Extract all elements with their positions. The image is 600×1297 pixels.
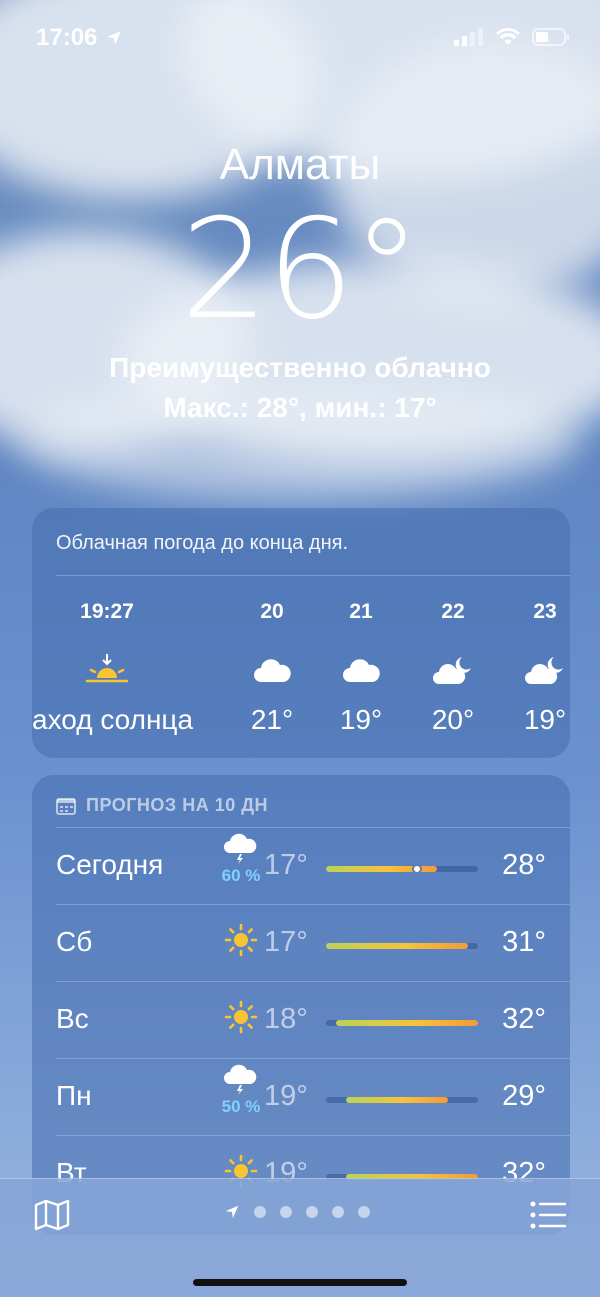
temperature-range-fill	[326, 943, 468, 949]
daily-header: ПРОГНОЗ НА 10 ДН	[56, 795, 268, 816]
sun-icon	[216, 922, 266, 963]
current-temperature-marker	[412, 864, 423, 874]
temperature-range-fill	[336, 1020, 478, 1026]
page-dot[interactable]	[332, 1206, 344, 1218]
home-indicator	[193, 1279, 407, 1286]
hour-temperature: 19°	[523, 704, 567, 735]
low-temperature: 18°	[264, 1003, 308, 1035]
hour-item: 20 21°	[227, 600, 317, 736]
temperature-range-fill	[346, 1097, 448, 1103]
temperature-range-bar	[326, 1097, 478, 1103]
cloud-moon-icon	[433, 657, 471, 684]
status-time: 17:06	[36, 24, 123, 52]
divider	[56, 575, 570, 576]
hour-label: 23	[533, 600, 557, 623]
bottom-toolbar	[0, 1178, 600, 1297]
hour-item: 19:27 аход солнца	[32, 600, 193, 736]
page-dot[interactable]	[358, 1206, 370, 1218]
page-dot[interactable]	[280, 1206, 292, 1218]
hour-label: 21	[349, 600, 373, 623]
hour-temperature: 19°	[339, 704, 383, 735]
temperature-range-bar	[326, 943, 478, 949]
low-temperature: 17°	[264, 849, 308, 881]
page-indicator[interactable]	[224, 1204, 370, 1220]
temperature-range-bar	[326, 864, 478, 874]
daily-row[interactable]: Сегодня 60 % 17° 28°	[56, 827, 546, 904]
hour-label: 19:27	[80, 600, 134, 623]
sunset-icon	[85, 654, 129, 683]
condition-text: Преимущественно облачно	[109, 352, 491, 383]
precipitation-probability: 60 %	[221, 866, 261, 885]
hour-item: 21 19°	[316, 600, 406, 736]
cloud-icon	[254, 659, 291, 682]
day-label: Вс	[56, 1003, 89, 1034]
cloud-moon-icon	[525, 657, 563, 684]
current-temperature: 26°	[180, 189, 422, 350]
calendar-icon	[56, 797, 76, 815]
page-dot[interactable]	[306, 1206, 318, 1218]
low-temperature: 19°	[264, 1080, 308, 1112]
high-temperature: 28°	[502, 849, 546, 881]
hour-label: 22	[441, 600, 465, 623]
high-temperature: 29°	[502, 1080, 546, 1112]
map-icon[interactable]	[34, 1199, 70, 1231]
day-label: Пн	[56, 1080, 92, 1111]
hour-item: 23 19°	[500, 600, 570, 736]
signal-icon	[454, 28, 483, 46]
daily-row[interactable]: Пн 50 % 19° 29°	[56, 1058, 546, 1135]
location-arrow-icon	[107, 31, 122, 45]
page-dot[interactable]	[254, 1206, 266, 1218]
sun-icon	[216, 999, 266, 1040]
daily-row[interactable]: Сб 17° 31°	[56, 904, 546, 981]
high-low-text: Макс.: 28°, мин.: 17°	[163, 392, 437, 423]
hourly-forecast-card[interactable]: Облачная погода до конца дня. 19:27 аход…	[32, 508, 570, 758]
hourly-summary: Облачная погода до конца дня.	[56, 532, 349, 554]
hour-label: 20	[260, 600, 284, 623]
high-temperature: 32°	[502, 1003, 546, 1035]
daily-forecast-card[interactable]: ПРОГНОЗ НА 10 ДН Сегодня 60 % 17° 28° Сб 17° 3…	[32, 775, 570, 1235]
thunderstorm-icon: 60 %	[216, 833, 266, 886]
high-temperature: 31°	[502, 926, 546, 958]
low-temperature: 17°	[264, 926, 308, 958]
precipitation-probability: 50 %	[221, 1097, 261, 1116]
hour-temperature: 21°	[250, 704, 294, 735]
clock-text: 17:06	[36, 24, 98, 51]
day-label: Сегодня	[56, 849, 164, 880]
temperature-range-bar	[326, 1020, 478, 1026]
battery-icon	[532, 28, 569, 46]
wifi-icon	[496, 28, 520, 45]
daily-title: ПРОГНОЗ НА 10 ДН	[86, 795, 269, 815]
hour-item: 22 20°	[408, 600, 498, 736]
cloud-icon	[343, 659, 380, 682]
daily-row[interactable]: Вс 18° 32°	[56, 981, 546, 1058]
status-bar: 17:06	[0, 0, 600, 80]
hour-value: аход солнца	[32, 704, 194, 735]
thunderstorm-icon: 50 %	[216, 1064, 266, 1117]
day-label: Сб	[56, 926, 93, 957]
location-arrow-icon	[225, 1205, 239, 1219]
hour-temperature: 20°	[431, 704, 475, 735]
city-name: Алматы	[219, 140, 381, 189]
list-icon[interactable]	[530, 1201, 566, 1229]
